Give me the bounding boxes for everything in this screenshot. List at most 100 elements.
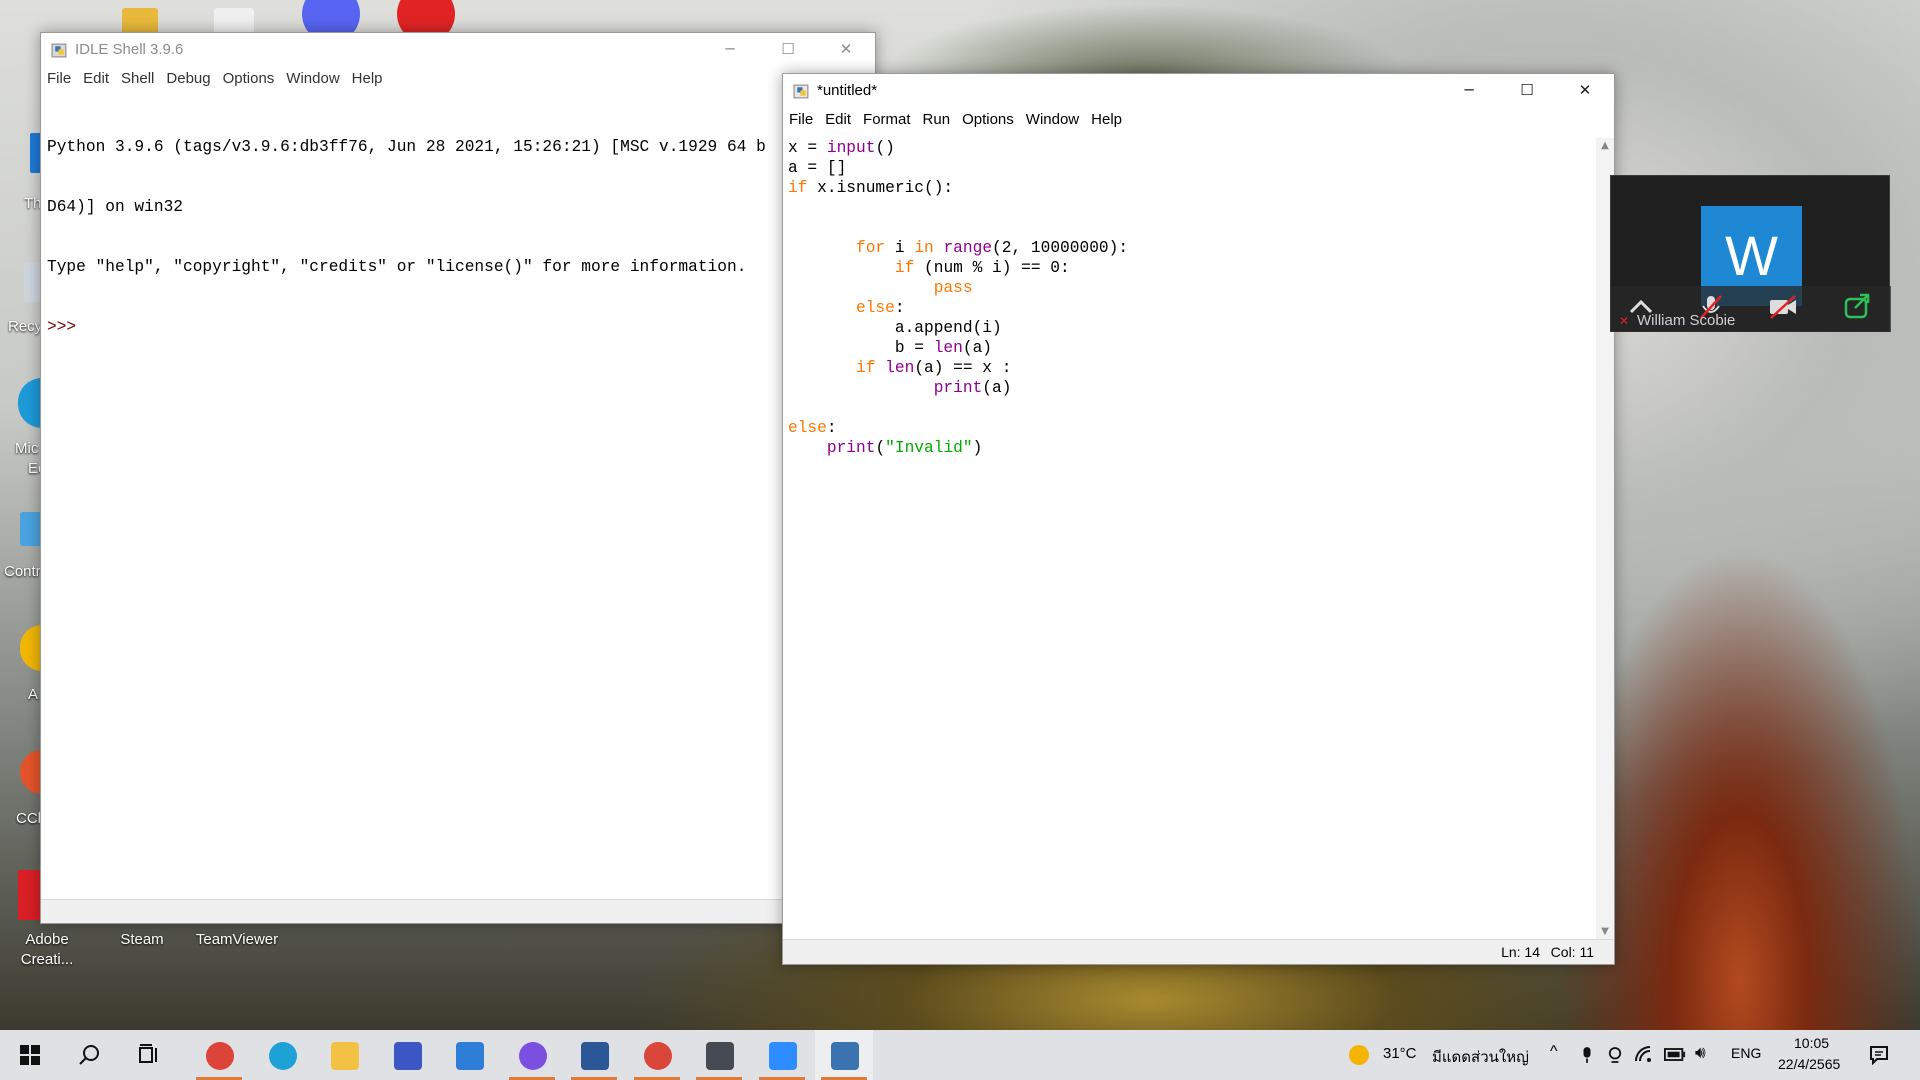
wifi-icon[interactable] xyxy=(1634,1045,1654,1065)
weather-temperature[interactable]: 31°C xyxy=(1383,1045,1417,1062)
menu-format[interactable]: Format xyxy=(857,108,917,128)
ccleaner-icon[interactable] xyxy=(20,750,42,794)
code-editor[interactable]: x = input() a = [] if x.isnumeric(): for i… xyxy=(788,138,1588,928)
mic-muted-small-icon: ✕ xyxy=(1619,314,1630,328)
maximize-button[interactable]: ☐ xyxy=(1498,74,1556,108)
code-token: (2, 10000000): xyxy=(992,239,1129,257)
control-panel-icon[interactable] xyxy=(20,512,42,546)
zoom-mini-window[interactable]: W ✕ William Scobie xyxy=(1610,175,1891,332)
windows-start-icon[interactable] xyxy=(20,1045,40,1065)
title-bar[interactable]: IDLE Shell 3.9.6 ─ ☐ ✕ xyxy=(41,33,875,67)
clock-time[interactable]: 10:05 xyxy=(1794,1035,1829,1051)
scroll-down-arrow-icon[interactable]: ▼ xyxy=(1596,926,1614,937)
edge-desktop-icon[interactable] xyxy=(18,378,42,428)
participant-name: William Scobie xyxy=(1637,312,1736,329)
chrome-profile-icon xyxy=(643,1042,672,1070)
code-token: (a) xyxy=(962,339,993,357)
code-token: () xyxy=(875,139,895,157)
taskbar-app-button[interactable] xyxy=(253,1030,311,1080)
code-token: a = [] xyxy=(788,159,847,177)
desktop-icon-adobe[interactable]: Adobe Creati... xyxy=(12,930,82,970)
menu-debug[interactable]: Debug xyxy=(160,67,216,87)
desktop-icon-teamviewer[interactable]: TeamViewer xyxy=(192,930,282,950)
close-button[interactable]: ✕ xyxy=(817,33,875,67)
idle-shell-window[interactable]: IDLE Shell 3.9.6 ─ ☐ ✕ File Edit Shell Debu… xyxy=(40,32,876,924)
desktop-app-icon[interactable] xyxy=(20,625,42,671)
window-title: IDLE Shell 3.9.6 xyxy=(75,41,184,58)
code-token: print xyxy=(826,439,876,457)
title-bar[interactable]: *untitled* ─ ☐ ✕ xyxy=(783,74,1614,108)
taskbar-app-button[interactable] xyxy=(753,1030,811,1080)
taskbar-app-button[interactable] xyxy=(565,1030,623,1080)
menu-shell[interactable]: Shell xyxy=(115,67,160,87)
desktop-icon-steam[interactable]: Steam xyxy=(107,930,177,950)
close-button[interactable]: ✕ xyxy=(1556,74,1614,108)
maximize-button[interactable]: ☐ xyxy=(759,33,817,67)
shell-line: Python 3.9.6 (tags/v3.9.6:db3ff76, Jun 2… xyxy=(47,138,766,156)
shell-output[interactable]: Python 3.9.6 (tags/v3.9.6:db3ff76, Jun 2… xyxy=(47,97,867,897)
taskbar-app-button[interactable] xyxy=(315,1030,373,1080)
word-icon xyxy=(581,1042,609,1070)
code-token: len xyxy=(933,339,963,357)
scroll-up-arrow-icon[interactable]: ▲ xyxy=(1596,140,1614,151)
taskbar-app-button[interactable] xyxy=(815,1030,873,1080)
taskbar-app-button[interactable] xyxy=(378,1030,436,1080)
menu-window[interactable]: Window xyxy=(1020,108,1085,128)
python-idle-icon xyxy=(831,1042,859,1070)
messenger-icon xyxy=(518,1042,547,1070)
menu-help[interactable]: Help xyxy=(1085,108,1128,128)
menu-options[interactable]: Options xyxy=(956,108,1020,128)
clock-date[interactable]: 22/4/2565 xyxy=(1778,1056,1840,1072)
code-token: (a) xyxy=(982,379,1012,397)
idle-editor-window[interactable]: *untitled* ─ ☐ ✕ File Edit Format Run Option… xyxy=(782,73,1615,965)
code-token: range xyxy=(943,239,993,257)
weather-description[interactable]: มีแดดส่วนใหญ่ xyxy=(1432,1045,1529,1069)
battery-icon[interactable] xyxy=(1664,1048,1686,1061)
taskbar-app-button[interactable] xyxy=(440,1030,498,1080)
chrome-icon xyxy=(206,1042,234,1070)
desktop-icon-label: Adobe Creati... xyxy=(20,931,74,968)
menu-edit[interactable]: Edit xyxy=(819,108,857,128)
horizontal-scrollbar[interactable] xyxy=(41,899,875,923)
menu-bar: File Edit Format Run Options Window Help xyxy=(783,108,1614,132)
code-line: x = input() xyxy=(788,138,1588,158)
taskbar-app-button[interactable] xyxy=(690,1030,748,1080)
menu-edit[interactable]: Edit xyxy=(77,67,115,87)
share-screen-icon[interactable] xyxy=(1839,290,1875,324)
menu-file[interactable]: File xyxy=(783,108,819,128)
notification-center-icon[interactable] xyxy=(1869,1045,1889,1065)
code-token: (num % i) == 0: xyxy=(914,259,1070,277)
code-token: : xyxy=(826,419,837,437)
recycle-bin-icon[interactable] xyxy=(24,262,40,302)
menu-run[interactable]: Run xyxy=(917,108,957,128)
chevron-up-icon[interactable]: ^ xyxy=(1550,1043,1558,1061)
menu-window[interactable]: Window xyxy=(280,67,345,87)
menu-options[interactable]: Options xyxy=(217,67,281,87)
taskbar-app-button[interactable] xyxy=(628,1030,686,1080)
minimize-button[interactable]: ─ xyxy=(1440,74,1498,108)
menu-file[interactable]: File xyxy=(41,67,77,87)
input-language[interactable]: ENG xyxy=(1731,1045,1761,1061)
menu-help[interactable]: Help xyxy=(346,67,389,87)
taskbar-app-button[interactable] xyxy=(190,1030,248,1080)
search-icon[interactable] xyxy=(77,1043,101,1067)
task-view-icon[interactable] xyxy=(137,1043,161,1067)
webcam-icon[interactable] xyxy=(1608,1045,1622,1065)
video-off-icon[interactable] xyxy=(1765,290,1801,324)
shell-prompt: >>> xyxy=(47,318,77,336)
volume-icon[interactable]: 🔊︎ xyxy=(1695,1043,1706,1063)
weather-icon[interactable] xyxy=(1349,1045,1369,1065)
python-idle-icon xyxy=(793,84,809,99)
status-bar: Ln: 14 Col: 11 xyxy=(783,939,1614,964)
minimize-button[interactable]: ─ xyxy=(701,33,759,67)
microphone-icon[interactable] xyxy=(1580,1045,1594,1065)
code-line: a.append(i) xyxy=(788,318,1588,338)
taskbar-app-button[interactable] xyxy=(503,1030,561,1080)
